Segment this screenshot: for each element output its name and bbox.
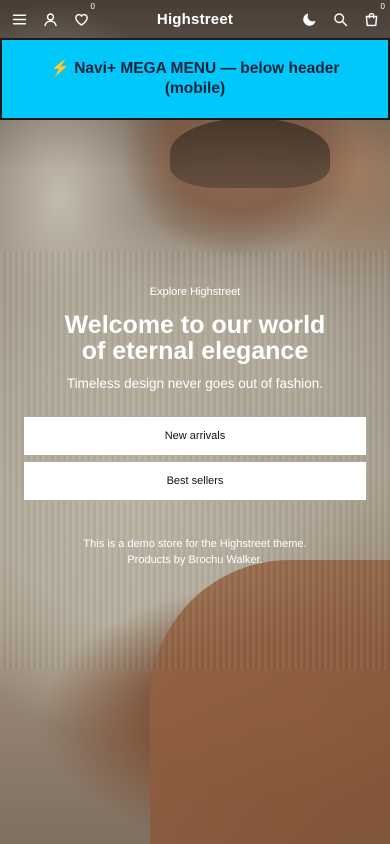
heart-icon — [74, 13, 88, 26]
header-right-actions: 0 — [298, 2, 385, 30]
cart-button[interactable]: 0 — [360, 2, 385, 30]
demo-store-note: This is a demo store for the Highstreet … — [0, 536, 390, 568]
moon-icon — [302, 13, 315, 26]
wishlist-button[interactable]: 0 — [70, 2, 95, 30]
wishlist-count: 0 — [90, 2, 95, 11]
site-header: 0 Highstreet 0 — [0, 0, 390, 38]
new-arrivals-button[interactable]: New arrivals — [24, 417, 366, 455]
mega-menu-banner[interactable]: ⚡ Navi+ MEGA MENU — below header (mobile… — [0, 38, 390, 120]
hero-title: Welcome to our world of eternal elegance — [64, 311, 326, 365]
theme-toggle-button[interactable] — [298, 8, 320, 30]
search-button[interactable] — [329, 8, 351, 30]
bag-icon — [365, 12, 377, 26]
account-button[interactable] — [39, 8, 61, 30]
hero-content: Explore Highstreet Welcome to our world … — [0, 286, 390, 568]
demo-store-note-line1: This is a demo store for the Highstreet … — [83, 538, 307, 550]
best-sellers-button[interactable]: Best sellers — [24, 462, 366, 500]
menu-icon — [12, 14, 26, 24]
cart-count: 0 — [380, 2, 385, 11]
hero-eyebrow: Explore Highstreet — [149, 286, 241, 298]
account-icon — [43, 12, 57, 26]
demo-store-note-line2: Products by Brochu Walker. — [127, 554, 263, 566]
search-icon — [333, 12, 347, 26]
header-left-actions: 0 — [8, 2, 95, 30]
site-logo[interactable]: Highstreet — [157, 11, 233, 28]
hero-subtitle: Timeless design never goes out of fashio… — [66, 376, 324, 391]
mega-menu-banner-text: ⚡ Navi+ MEGA MENU — below header (mobile… — [50, 60, 340, 97]
menu-button[interactable] — [8, 8, 30, 30]
